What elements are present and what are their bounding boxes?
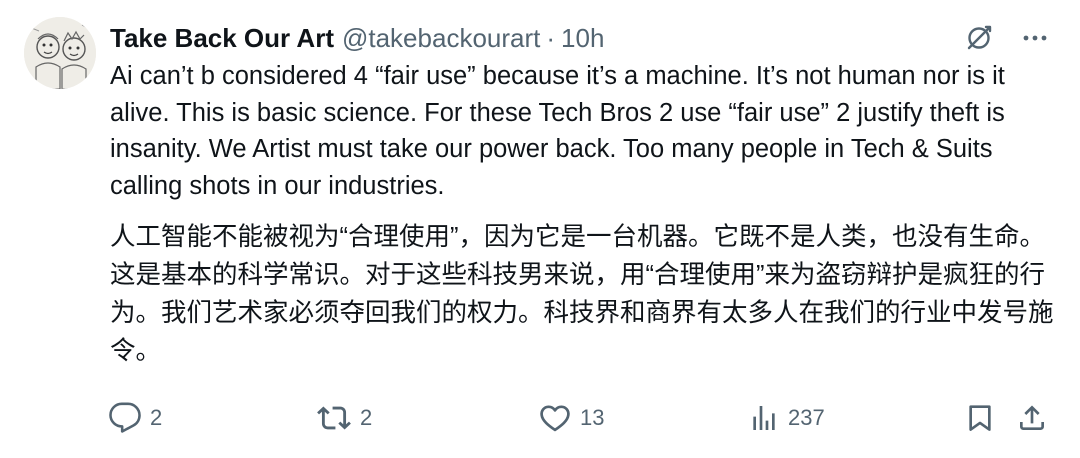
display-name[interactable]: Take Back Our Art xyxy=(110,23,334,54)
timestamp[interactable]: 10h xyxy=(561,23,604,54)
like-icon xyxy=(540,405,570,432)
more-icon[interactable] xyxy=(1020,23,1050,53)
reply-count: 2 xyxy=(150,405,163,430)
tweet-text-english: Ai can’t b considered 4 “fair use” becau… xyxy=(110,62,1005,200)
avatar[interactable] xyxy=(24,17,96,89)
views-count: 237 xyxy=(788,405,825,430)
views-icon xyxy=(753,406,775,430)
retweet-count: 2 xyxy=(360,405,373,430)
separator-dot: · xyxy=(546,22,556,53)
tweet-header: Take Back Our Art @takebackourart · 10h xyxy=(110,20,604,56)
reply-button[interactable]: 2 xyxy=(108,398,162,438)
bookmark-icon xyxy=(969,405,991,431)
share-button[interactable] xyxy=(1016,398,1048,438)
views-button[interactable]: 237 xyxy=(748,398,825,438)
grok-icon[interactable] xyxy=(964,23,994,53)
retweet-icon xyxy=(317,406,351,430)
like-button[interactable]: 13 xyxy=(538,398,604,438)
tweet-card[interactable]: Take Back Our Art @takebackourart · 10h … xyxy=(0,0,1080,458)
avatar-sketch-image xyxy=(24,17,96,89)
action-bar: 2 2 13 237 xyxy=(108,398,1050,438)
tweet-text-chinese: 人工智能不能被视为“合理使用”，因为它是一台机器。它既不是人类，也没有生命。这是… xyxy=(110,223,1054,365)
reply-icon xyxy=(109,402,141,433)
like-count: 13 xyxy=(580,405,605,430)
bookmark-button[interactable] xyxy=(964,398,996,438)
handle[interactable]: @takebackourart xyxy=(342,23,540,54)
retweet-button[interactable]: 2 xyxy=(316,398,372,438)
share-icon xyxy=(1020,405,1044,430)
header-actions xyxy=(964,20,1050,56)
